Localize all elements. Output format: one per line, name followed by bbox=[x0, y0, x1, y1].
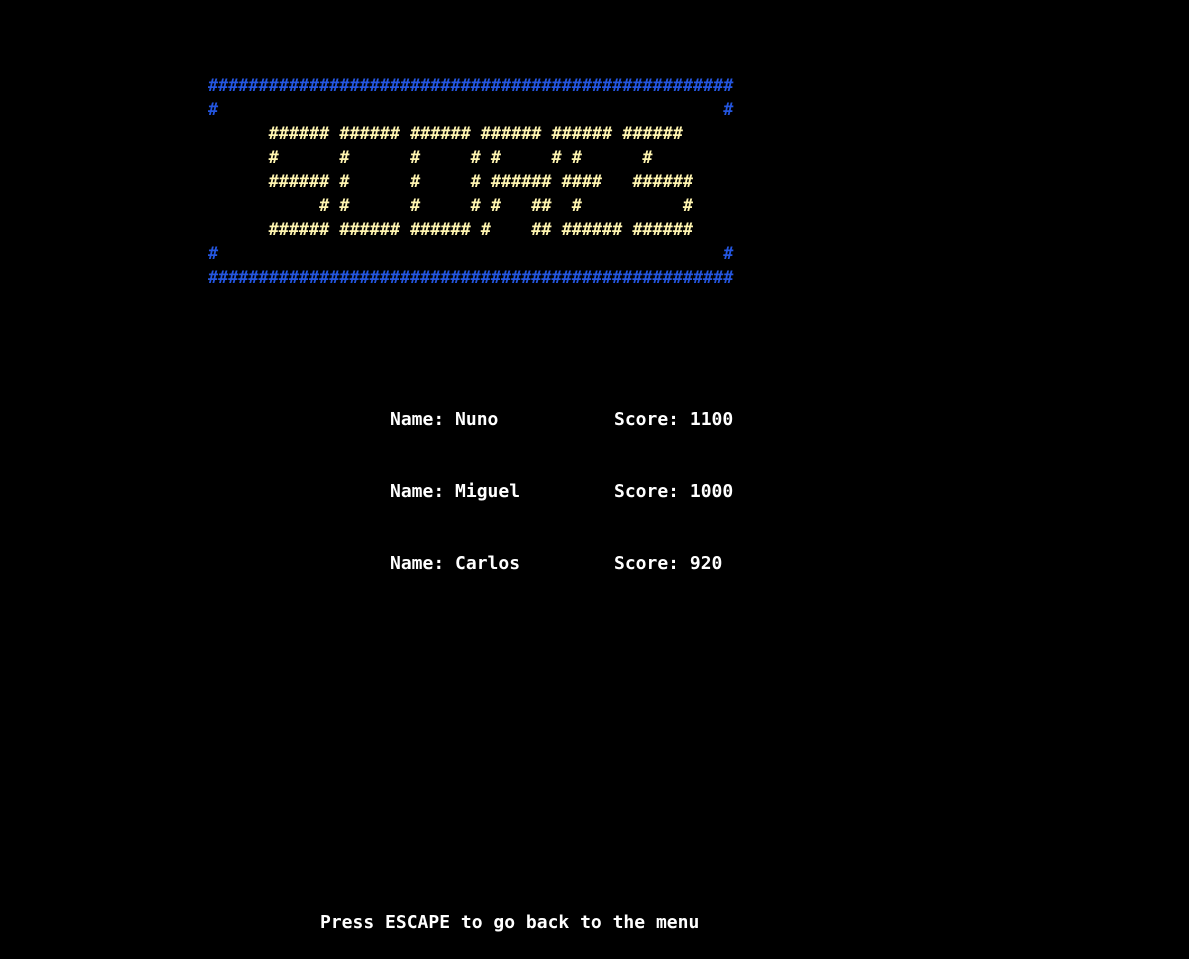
player-score: 1100 bbox=[689, 409, 734, 430]
player-name: Nuno bbox=[455, 409, 499, 430]
name-label: Name: bbox=[390, 553, 445, 574]
banner-letters-row-3: ###### # # # ###### #### ###### bbox=[208, 171, 693, 191]
score-label: Score: bbox=[614, 553, 680, 574]
entry-name: Name: Miguel bbox=[390, 480, 520, 504]
banner-letters-row-4: # # # # # ## # # bbox=[208, 195, 693, 215]
entry-name: Name: Nuno bbox=[390, 408, 498, 432]
banner-border-top: ########################################… bbox=[208, 75, 734, 95]
banner-border-side: # # bbox=[208, 99, 734, 119]
entry-score: Score: 1000 bbox=[614, 480, 733, 504]
player-name: Miguel bbox=[455, 481, 521, 502]
score-label: Score: bbox=[614, 481, 680, 502]
banner-letters-row-1: ###### ###### ###### ###### ###### #####… bbox=[208, 123, 683, 143]
banner-border-bottom: ########################################… bbox=[208, 267, 734, 287]
entry-name: Name: Carlos bbox=[390, 552, 520, 576]
banner-letters-row-2: # # # # # # # # bbox=[208, 147, 653, 167]
player-score: 920 bbox=[689, 553, 723, 574]
player-name: Carlos bbox=[455, 553, 521, 574]
name-label: Name: bbox=[390, 409, 445, 430]
entry-score: Score: 1100 bbox=[614, 408, 733, 432]
banner-letters-row-5: ###### ###### ###### # ## ###### ###### bbox=[208, 219, 693, 239]
name-label: Name: bbox=[390, 481, 445, 502]
scores-title-banner: ########################################… bbox=[208, 73, 733, 289]
score-entry: Name: Carlos Score: 920 bbox=[390, 552, 810, 576]
score-entry: Name: Nuno Score: 1100 bbox=[390, 408, 810, 432]
score-entry: Name: Miguel Score: 1000 bbox=[390, 480, 810, 504]
escape-hint: Press ESCAPE to go back to the menu bbox=[320, 912, 700, 933]
banner-border-side: # # bbox=[208, 243, 734, 263]
high-score-list: Name: Nuno Score: 1100 Name: Miguel Scor… bbox=[390, 360, 810, 600]
player-score: 1000 bbox=[689, 481, 734, 502]
score-label: Score: bbox=[614, 409, 680, 430]
entry-score: Score: 920 bbox=[614, 552, 722, 576]
